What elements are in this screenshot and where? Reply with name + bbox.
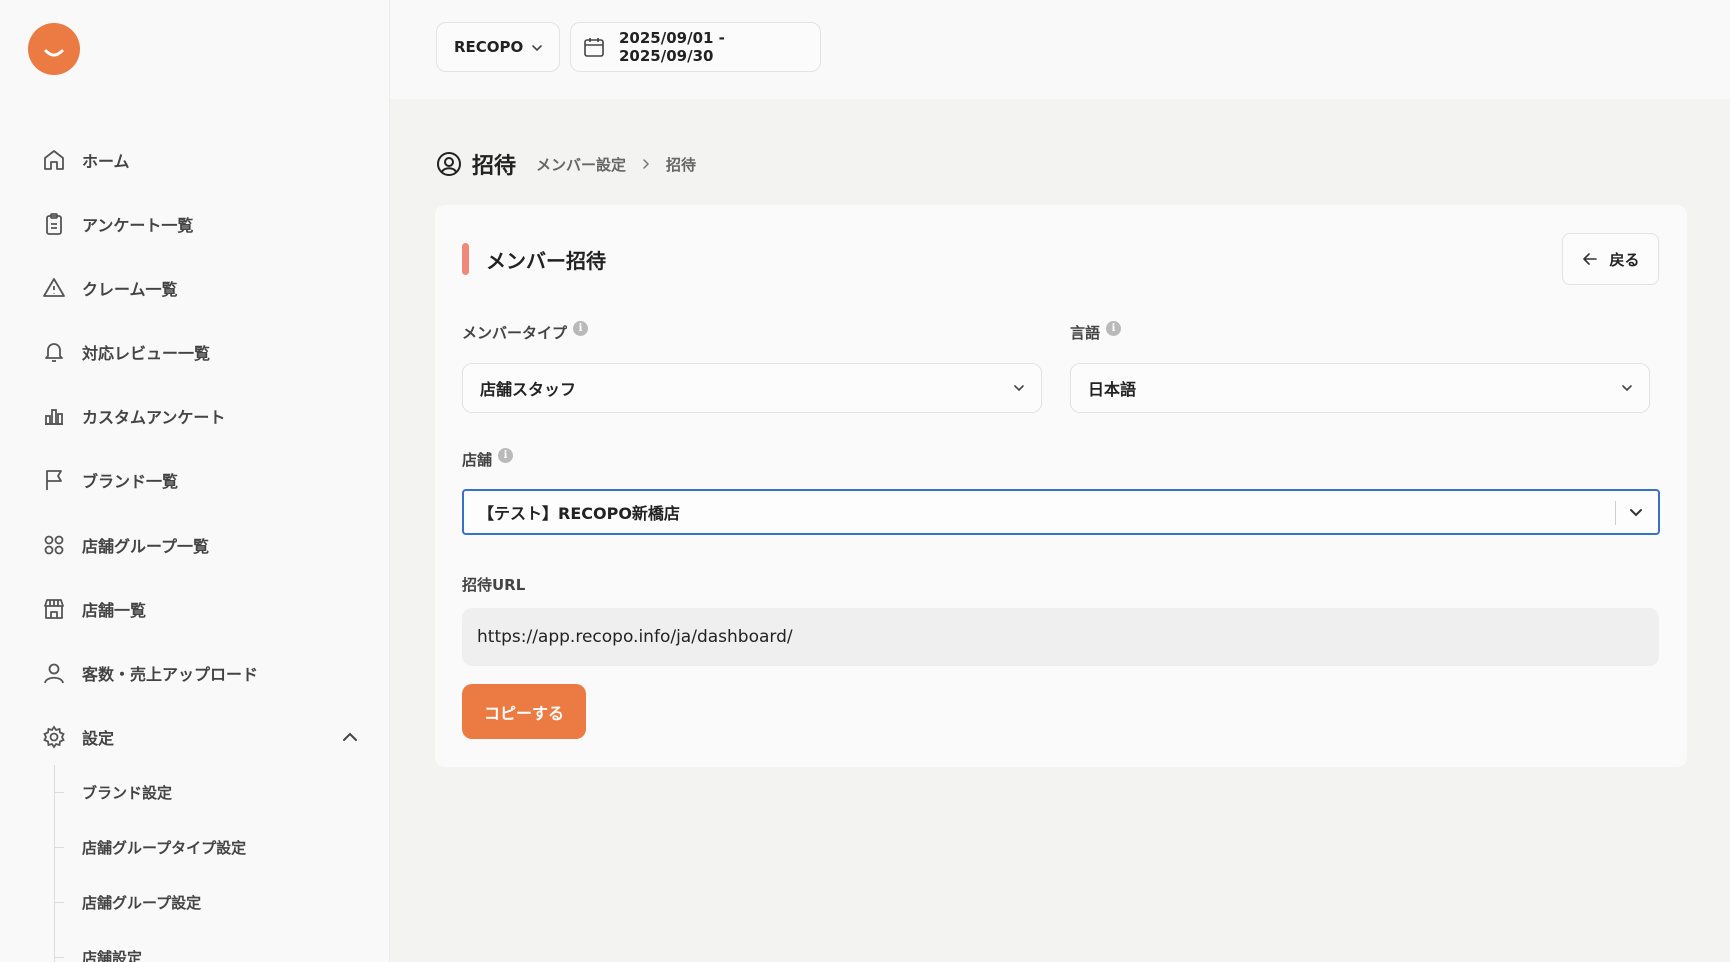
sidebar-item-label: 設定 <box>82 729 115 748</box>
card-title: メンバー招待 <box>486 249 606 273</box>
submenu-tick <box>54 902 64 903</box>
language-label: 言語 i <box>1070 321 1122 343</box>
sidebar-item-store-groups[interactable]: 店舗グループ一覧 <box>40 525 360 565</box>
sidebar-item-brands[interactable]: ブランド一覧 <box>40 460 360 500</box>
sidebar-item-home[interactable]: ホーム <box>40 140 360 180</box>
sidebar-item-label: クレーム一覧 <box>82 280 178 299</box>
brand-select-value: RECOPO <box>454 38 524 56</box>
submenu-item-store-settings[interactable]: 店舗設定 <box>82 943 142 962</box>
invite-card: メンバー招待 戻る メンバータイプ i 店舗スタッフ 言語 i 日本語 店舗 i… <box>435 205 1687 767</box>
store-value: 【テスト】RECOPO新橋店 <box>478 504 680 523</box>
submenu-item-brand-settings[interactable]: ブランド設定 <box>82 778 172 806</box>
app-logo[interactable] <box>28 23 80 75</box>
store-label-text: 店舗 <box>462 451 493 469</box>
sidebar-item-label: アンケート一覧 <box>82 216 194 235</box>
member-type-value: 店舗スタッフ <box>480 380 577 399</box>
sidebar-item-custom-survey[interactable]: カスタムアンケート <box>40 396 360 436</box>
warning-icon <box>40 274 68 302</box>
user-icon <box>40 659 68 687</box>
sidebar-item-settings[interactable]: 設定 <box>40 717 360 757</box>
submenu-tick <box>54 792 64 793</box>
flag-icon <box>40 466 68 494</box>
sidebar-item-label: カスタムアンケート <box>82 408 226 427</box>
sidebar-item-complaints[interactable]: クレーム一覧 <box>40 268 360 308</box>
sidebar-item-stores[interactable]: 店舗一覧 <box>40 589 360 629</box>
chevron-down-icon[interactable] <box>1628 504 1644 524</box>
sidebar-item-label: ブランド一覧 <box>82 472 179 491</box>
member-type-label-text: メンバータイプ <box>462 324 568 342</box>
calendar-icon <box>583 36 605 58</box>
top-bar: RECOPO 2025/09/01 - 2025/09/30 <box>390 0 1730 99</box>
store-icon <box>40 595 68 623</box>
submenu-item-store-group-type-settings[interactable]: 店舗グループタイプ設定 <box>82 833 246 861</box>
brand-select[interactable]: RECOPO <box>436 22 560 72</box>
copy-button[interactable]: コピーする <box>462 684 586 739</box>
chevron-down-icon <box>529 40 545 60</box>
invite-url-field[interactable]: https://app.recopo.info/ja/dashboard/ <box>462 608 1659 666</box>
info-icon[interactable]: i <box>573 321 589 336</box>
submenu-line <box>54 765 55 962</box>
sidebar-item-upload[interactable]: 客数・売上アップロード <box>40 653 360 693</box>
sidebar-item-label: 店舗一覧 <box>82 601 147 620</box>
info-icon[interactable]: i <box>1106 321 1122 336</box>
member-type-label: メンバータイプ i <box>462 321 589 343</box>
chart-icon <box>40 402 68 430</box>
bell-icon <box>40 338 68 366</box>
language-select[interactable]: 日本語 <box>1070 363 1650 413</box>
store-select[interactable]: 【テスト】RECOPO新橋店 <box>462 489 1660 535</box>
select-divider <box>1615 501 1616 525</box>
back-button[interactable]: 戻る <box>1562 233 1659 285</box>
chevron-down-icon <box>1011 380 1027 400</box>
date-range-value: 2025/09/01 - 2025/09/30 <box>619 29 725 65</box>
sidebar-item-label: 店舗グループ一覧 <box>82 537 210 556</box>
member-type-select[interactable]: 店舗スタッフ <box>462 363 1042 413</box>
chevron-right-icon <box>640 158 652 170</box>
submenu-tick <box>54 957 64 958</box>
sidebar-item-reviews[interactable]: 対応レビュー一覧 <box>40 332 360 372</box>
grid-icon <box>40 531 68 559</box>
language-label-text: 言語 <box>1070 324 1101 342</box>
home-icon <box>40 146 68 174</box>
gear-icon <box>40 723 68 751</box>
sidebar-item-label: ホーム <box>82 152 130 171</box>
smile-icon <box>44 49 64 57</box>
sidebar-item-label: 客数・売上アップロード <box>82 665 259 684</box>
invite-url-label: 招待URL <box>462 574 525 595</box>
page-heading: 招待 メンバー設定 招待 <box>436 148 696 180</box>
clipboard-icon <box>40 210 68 238</box>
info-icon[interactable]: i <box>498 448 514 463</box>
invite-url-label-text: 招待URL <box>462 576 526 594</box>
breadcrumb-item[interactable]: メンバー設定 <box>536 154 626 175</box>
submenu-tick <box>54 847 64 848</box>
store-label: 店舗 i <box>462 448 514 470</box>
sidebar-item-surveys[interactable]: アンケート一覧 <box>40 204 360 244</box>
language-value: 日本語 <box>1088 380 1137 399</box>
date-range-picker[interactable]: 2025/09/01 - 2025/09/30 <box>570 22 821 72</box>
user-circle-icon <box>436 151 462 177</box>
title-accent-bar <box>462 243 469 275</box>
chevron-up-icon[interactable] <box>340 727 360 751</box>
back-button-label: 戻る <box>1609 250 1640 269</box>
page-title: 招待 <box>472 154 517 179</box>
sidebar-item-label: 対応レビュー一覧 <box>82 344 211 363</box>
chevron-down-icon <box>1619 380 1635 400</box>
sidebar: ホーム アンケート一覧 クレーム一覧 対応レビュー一覧 カスタムアンケート ブラ… <box>0 0 390 962</box>
arrow-left-icon <box>1583 253 1598 265</box>
submenu-item-store-group-settings[interactable]: 店舗グループ設定 <box>82 888 201 916</box>
breadcrumb-item: 招待 <box>666 155 697 174</box>
